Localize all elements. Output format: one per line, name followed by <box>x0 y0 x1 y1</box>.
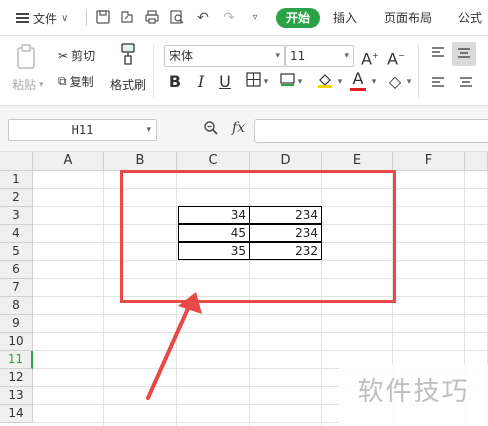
chevron-down-icon[interactable]: ▾ <box>262 72 270 92</box>
fx-icon[interactable]: fx <box>232 120 245 136</box>
underline-icon[interactable]: U <box>216 72 234 92</box>
highlight-box <box>120 170 396 303</box>
menu-bar: 文件 ∨ ↶ ↷ ▿ 开始 插入 页面布局 公式 <box>0 0 488 36</box>
chevron-down-icon: ▾ <box>275 51 280 61</box>
align-middle-icon[interactable] <box>452 42 476 66</box>
copy-label: 复制 <box>69 75 94 89</box>
column-header-A[interactable]: A <box>33 152 104 171</box>
chevron-down-icon: ▾ <box>344 51 349 61</box>
eraser-icon[interactable]: ◇ <box>386 72 404 92</box>
file-menu-button[interactable]: 文件 ∨ <box>10 6 74 30</box>
format-painter-icon[interactable] <box>117 42 139 68</box>
gridline-vertical <box>103 171 104 426</box>
name-box[interactable]: H11 ▾ <box>8 119 157 141</box>
divider <box>86 10 87 26</box>
row-header-2[interactable]: 2 <box>0 189 33 207</box>
print-icon[interactable] <box>143 9 161 27</box>
divider <box>418 44 419 98</box>
print-preview-icon[interactable] <box>168 9 186 27</box>
format-painter-button[interactable]: 格式刷 <box>110 76 146 93</box>
font-size-select[interactable]: 11 ▾ <box>285 45 354 67</box>
hamburger-icon <box>16 13 29 23</box>
row-header-3[interactable]: 3 <box>0 207 33 225</box>
chevron-down-icon: ▾ <box>39 79 44 90</box>
font-name-value: 宋体 <box>169 49 194 63</box>
copy-icon: ⧉ <box>58 74 67 88</box>
tab-formulas[interactable]: 公式 <box>458 8 482 28</box>
scissors-icon: ✂ <box>58 48 69 63</box>
ribbon: 粘贴 ▾ ✂ 剪切 ⧉ 复制 格式刷 宋体 ▾ 11 ▾ A+ A− B I U… <box>0 36 488 106</box>
row-header-10[interactable]: 10 <box>0 333 33 351</box>
font-name-select[interactable]: 宋体 ▾ <box>164 45 285 67</box>
spreadsheet-grid: ABCDEF 1 2 3 4 5 6 7 8 9 10 11 12 13 14 34 234 45 234… <box>0 152 488 426</box>
redo-icon[interactable]: ↷ <box>220 9 238 27</box>
chevron-down-icon: ▾ <box>146 125 151 135</box>
cut-button[interactable]: ✂ 剪切 <box>58 47 95 64</box>
file-menu-label: 文件 <box>33 11 58 26</box>
column-header-E[interactable]: E <box>322 152 393 171</box>
bold-icon[interactable]: B <box>166 72 184 92</box>
row-header-13[interactable]: 13 <box>0 387 33 405</box>
increase-font-icon[interactable]: A+ <box>360 46 380 69</box>
paste-button[interactable]: 粘贴 ▾ <box>12 76 44 93</box>
column-header-D[interactable]: D <box>250 152 322 171</box>
format-painter-label: 格式刷 <box>110 78 147 92</box>
customize-dropdown-icon[interactable]: ▿ <box>246 9 264 27</box>
divider <box>153 44 154 98</box>
row-header-14[interactable]: 14 <box>0 405 33 423</box>
export-icon[interactable] <box>118 9 136 27</box>
row-header-9[interactable]: 9 <box>0 315 33 333</box>
row-header-7[interactable]: 7 <box>0 279 33 297</box>
tab-insert[interactable]: 插入 <box>333 8 357 28</box>
column-header-C[interactable]: C <box>177 152 250 171</box>
align-center-icon[interactable] <box>456 74 476 94</box>
save-icon[interactable] <box>94 9 112 27</box>
chevron-down-icon[interactable]: ▾ <box>405 72 413 92</box>
chevron-down-icon[interactable]: ▾ <box>296 72 304 92</box>
chevron-down-icon[interactable]: ▾ <box>370 72 378 92</box>
row-header-6[interactable]: 6 <box>0 261 33 279</box>
row-header-4[interactable]: 4 <box>0 225 33 243</box>
row-header-12[interactable]: 12 <box>0 369 33 387</box>
row-header-5[interactable]: 5 <box>0 243 33 261</box>
tab-home[interactable]: 开始 <box>276 8 321 28</box>
column-header-F[interactable]: F <box>393 152 465 171</box>
column-header[interactable] <box>465 152 488 171</box>
undo-icon[interactable]: ↶ <box>194 9 212 27</box>
column-header-B[interactable]: B <box>104 152 177 171</box>
name-box-value: H11 <box>71 123 94 137</box>
formula-input[interactable] <box>254 119 488 143</box>
copy-button[interactable]: ⧉ 复制 <box>58 73 94 90</box>
zoom-icon[interactable] <box>203 120 219 140</box>
paste-label: 粘贴 <box>12 78 37 92</box>
pointer-arrow <box>146 292 202 400</box>
gridline-horizontal <box>33 332 488 333</box>
select-all-corner[interactable] <box>0 152 33 171</box>
gridline-horizontal <box>33 350 488 351</box>
font-color-icon[interactable]: A <box>350 70 366 91</box>
tab-page-layout[interactable]: 页面布局 <box>384 8 432 28</box>
chevron-down-icon[interactable]: ▾ <box>336 72 344 92</box>
decrease-font-icon[interactable]: A− <box>386 46 406 69</box>
row-header-8[interactable]: 8 <box>0 297 33 315</box>
align-top-icon[interactable] <box>428 44 448 64</box>
align-left-icon[interactable] <box>428 74 448 94</box>
row-header-1[interactable]: 1 <box>0 171 33 189</box>
cut-label: 剪切 <box>71 49 96 63</box>
font-size-value: 11 <box>290 49 306 63</box>
borders-icon[interactable] <box>244 72 262 92</box>
conditional-fill-icon[interactable] <box>278 72 296 92</box>
fill-color-icon[interactable] <box>316 72 334 93</box>
chevron-down-icon: ∨ <box>61 12 69 24</box>
row-header-11[interactable]: 11 <box>0 351 33 369</box>
watermark: 软件技巧 <box>339 365 488 426</box>
italic-icon[interactable]: I <box>192 72 210 92</box>
paste-icon[interactable] <box>14 44 38 70</box>
gridline-horizontal <box>33 314 488 315</box>
formula-bar: H11 ▾ fx <box>0 106 488 152</box>
